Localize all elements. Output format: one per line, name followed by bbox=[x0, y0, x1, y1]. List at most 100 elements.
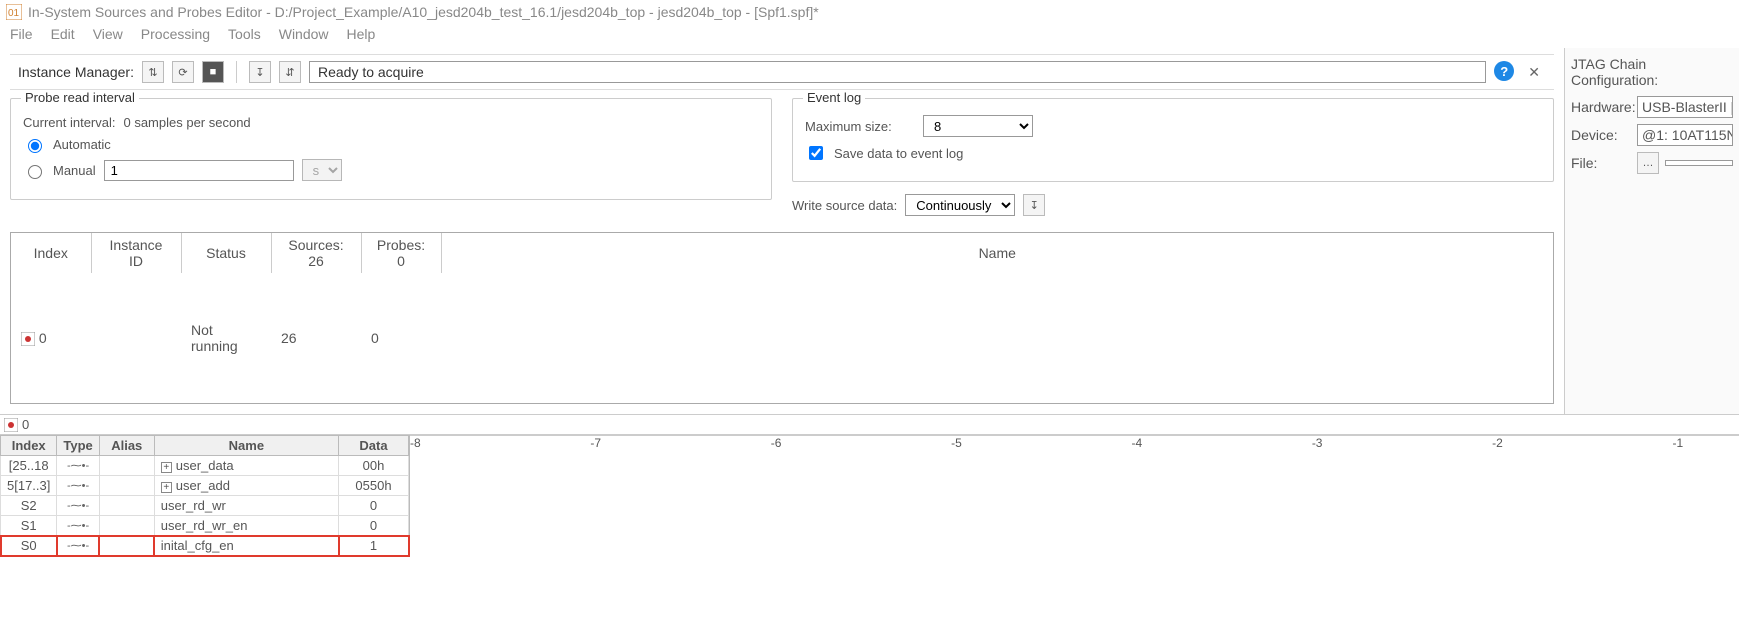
sigcol-index[interactable]: Index bbox=[1, 436, 57, 456]
signal-row[interactable]: 5[17..3]-⁓•- +user_add0550h bbox=[1, 476, 409, 496]
file-field[interactable] bbox=[1665, 160, 1733, 166]
sig-data: 1 bbox=[339, 536, 409, 556]
read-probe-button[interactable]: ⇅ bbox=[142, 61, 164, 83]
sigcol-type[interactable]: Type bbox=[57, 436, 99, 456]
signal-row[interactable]: [25..18-⁓•-+user_data00h bbox=[1, 456, 409, 476]
tick-label: -5 bbox=[951, 436, 962, 450]
menubar: File Edit View Processing Tools Window H… bbox=[0, 24, 1739, 48]
sig-type-icon: -⁓•- bbox=[57, 496, 99, 516]
menu-window[interactable]: Window bbox=[279, 26, 329, 42]
sig-data: 0550h bbox=[339, 476, 409, 496]
help-icon[interactable]: ? bbox=[1494, 61, 1514, 81]
toolbar-divider bbox=[236, 61, 237, 83]
sig-type-icon: -⁓•- bbox=[57, 516, 99, 536]
menu-processing[interactable]: Processing bbox=[141, 26, 210, 42]
stop-button[interactable]: ■ bbox=[202, 61, 224, 83]
status-text: Ready to acquire bbox=[309, 61, 1486, 83]
sig-index: S2 bbox=[1, 496, 57, 516]
sigcol-alias[interactable]: Alias bbox=[99, 436, 154, 456]
sig-index: S1 bbox=[1, 516, 57, 536]
write-now-button[interactable]: ↧ bbox=[1023, 194, 1045, 216]
signals-header: 0 bbox=[0, 414, 1739, 435]
signal-row[interactable]: S0-⁓•-inital_cfg_en1 bbox=[1, 536, 409, 556]
signals-table: Index Type Alias Name Data [25..18-⁓•-+u… bbox=[0, 435, 409, 556]
continuous-read-button[interactable]: ⟳ bbox=[172, 61, 194, 83]
sig-index: 5[17..3] bbox=[1, 476, 57, 496]
svg-text:01: 01 bbox=[8, 8, 20, 19]
menu-edit[interactable]: Edit bbox=[51, 26, 75, 42]
col-probes[interactable]: Probes: 0 bbox=[361, 233, 441, 273]
sig-name: inital_cfg_en bbox=[154, 536, 338, 556]
automatic-radio[interactable] bbox=[28, 139, 42, 153]
manual-label: Manual bbox=[53, 163, 96, 178]
current-interval-label: Current interval: bbox=[23, 115, 115, 130]
sig-alias bbox=[99, 536, 154, 556]
expand-icon[interactable]: + bbox=[161, 482, 172, 493]
automatic-label: Automatic bbox=[53, 137, 111, 152]
sig-name: user_rd_wr_en bbox=[154, 516, 338, 536]
menu-help[interactable]: Help bbox=[347, 26, 376, 42]
event-log-group: Event log Maximum size: 8 Save data to e… bbox=[792, 98, 1554, 182]
hardware-field[interactable]: USB-BlasterII [US bbox=[1637, 96, 1733, 118]
instances-table: Index Instance ID Status Sources: 26 Pro… bbox=[10, 232, 1554, 404]
sig-name: +user_data bbox=[154, 456, 338, 476]
menu-file[interactable]: File bbox=[10, 26, 33, 42]
menu-view[interactable]: View bbox=[93, 26, 123, 42]
col-sources[interactable]: Sources: 26 bbox=[271, 233, 361, 273]
probe-read-interval-group: Probe read interval Current interval: 0 … bbox=[10, 98, 772, 200]
sig-type-icon: -⁓•- bbox=[57, 476, 99, 496]
probe-legend: Probe read interval bbox=[21, 90, 139, 105]
current-interval-value: 0 samples per second bbox=[123, 115, 250, 130]
signals-inst-label: 0 bbox=[22, 417, 29, 432]
write-source-button[interactable]: ↧ bbox=[249, 61, 271, 83]
sigcol-data[interactable]: Data bbox=[339, 436, 409, 456]
save-event-log-label: Save data to event log bbox=[834, 146, 963, 161]
file-browse-button[interactable]: … bbox=[1637, 152, 1659, 174]
sig-name: user_rd_wr bbox=[154, 496, 338, 516]
sig-data: 0 bbox=[339, 496, 409, 516]
col-instanceid[interactable]: Instance ID bbox=[91, 233, 181, 273]
sig-name: +user_add bbox=[154, 476, 338, 496]
signal-row[interactable]: S1-⁓•- user_rd_wr_en0 bbox=[1, 516, 409, 536]
hardware-label: Hardware: bbox=[1571, 99, 1631, 115]
tick-label: -2 bbox=[1492, 436, 1503, 450]
tick-label: -1 bbox=[1673, 436, 1684, 450]
time-ruler: -8-7-6-5-4-3-2-1 bbox=[410, 435, 1739, 453]
manual-value-input[interactable] bbox=[104, 160, 294, 181]
write-mode-select[interactable]: Continuously bbox=[905, 194, 1015, 216]
sig-alias bbox=[99, 516, 154, 536]
instance-name bbox=[441, 273, 1553, 403]
tick-label: -4 bbox=[1131, 436, 1142, 450]
signals-area: Index Type Alias Name Data [25..18-⁓•-+u… bbox=[0, 435, 1739, 556]
sig-alias bbox=[99, 496, 154, 516]
max-size-select[interactable]: 8 bbox=[923, 115, 1033, 137]
save-event-log-checkbox[interactable] bbox=[809, 146, 823, 160]
sig-data: 0 bbox=[339, 516, 409, 536]
tick-label: -3 bbox=[1312, 436, 1323, 450]
signal-row[interactable]: S2-⁓•- user_rd_wr0 bbox=[1, 496, 409, 516]
sig-alias bbox=[99, 456, 154, 476]
max-size-label: Maximum size: bbox=[805, 119, 915, 134]
menu-tools[interactable]: Tools bbox=[228, 26, 261, 42]
instance-manager-toolbar: Instance Manager: ⇅ ⟳ ■ ↧ ⇵ Ready to acq… bbox=[10, 54, 1554, 90]
instance-sources: 26 bbox=[271, 273, 361, 403]
instance-probes: 0 bbox=[361, 273, 441, 403]
instance-row[interactable]: 0 Not running 26 0 bbox=[11, 273, 1553, 403]
close-panel-button[interactable]: ✕ bbox=[1522, 61, 1546, 83]
manual-unit-select[interactable]: s bbox=[302, 159, 342, 181]
toggle-button[interactable]: ⇵ bbox=[279, 61, 301, 83]
col-status[interactable]: Status bbox=[181, 233, 271, 273]
instance-index: 0 bbox=[39, 330, 47, 346]
sigcol-name[interactable]: Name bbox=[154, 436, 338, 456]
sig-type-icon: -⁓•- bbox=[57, 536, 99, 556]
tick-label: -8 bbox=[410, 436, 421, 450]
col-index[interactable]: Index bbox=[11, 233, 91, 273]
tick-label: -7 bbox=[590, 436, 601, 450]
expand-icon[interactable]: + bbox=[161, 462, 172, 473]
device-field[interactable]: @1: 10AT115N(2 bbox=[1637, 124, 1733, 146]
instance-status: Not running bbox=[181, 273, 271, 403]
sig-data: 00h bbox=[339, 456, 409, 476]
jtag-title: JTAG Chain Configuration: bbox=[1571, 56, 1733, 88]
manual-radio[interactable] bbox=[28, 165, 42, 179]
col-name[interactable]: Name bbox=[441, 233, 1553, 273]
